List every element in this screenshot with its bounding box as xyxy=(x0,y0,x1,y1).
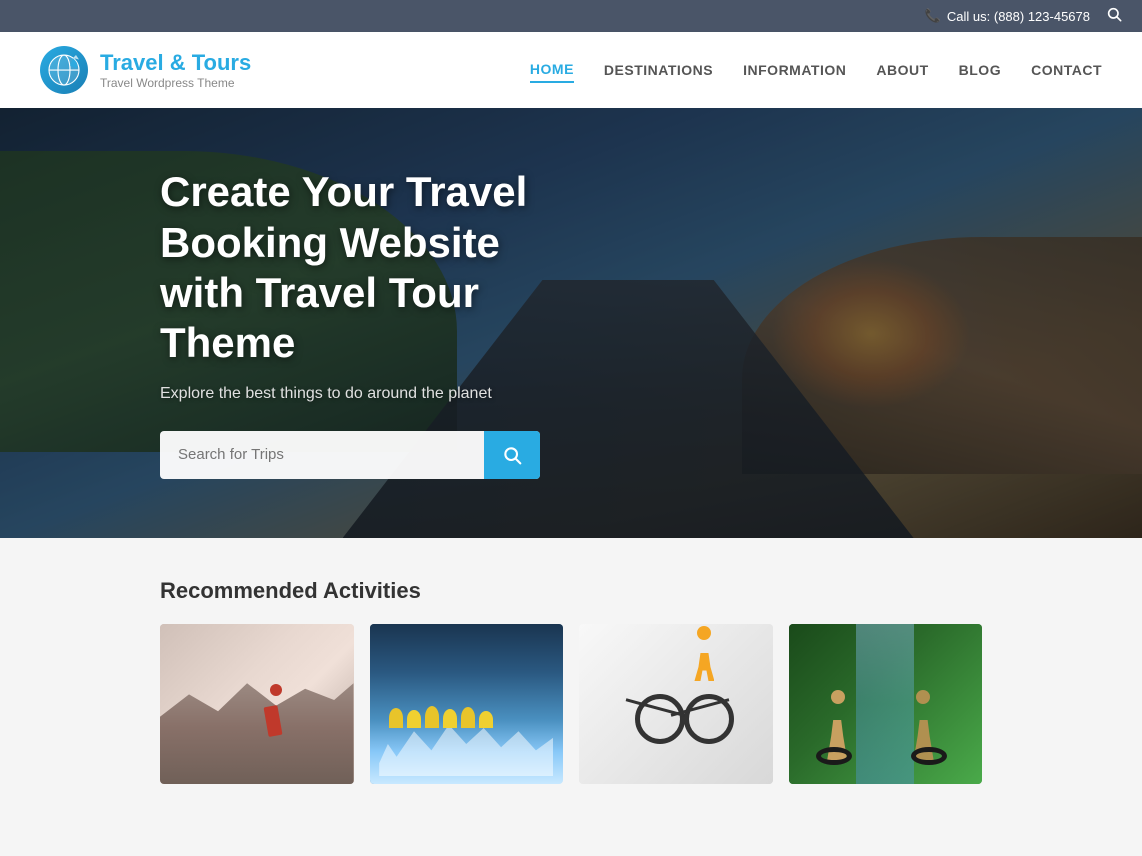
call-number: Call us: (888) 123-45678 xyxy=(947,9,1090,24)
nav-about[interactable]: ABOUT xyxy=(876,58,928,82)
logo-text: Travel & Tours Travel Wordpress Theme xyxy=(100,50,251,90)
logo-title: Travel & Tours xyxy=(100,50,251,76)
search-button[interactable] xyxy=(484,431,540,479)
hero-section: Create Your Travel Booking Website with … xyxy=(0,108,1142,538)
search-icon[interactable] xyxy=(1106,6,1122,26)
activity-card-biking[interactable] xyxy=(579,624,773,784)
activities-grid xyxy=(160,624,982,784)
main-nav: HOME DESTINATIONS INFORMATION ABOUT BLOG… xyxy=(530,57,1102,83)
nav-blog[interactable]: BLOG xyxy=(959,58,1001,82)
nav-home[interactable]: HOME xyxy=(530,57,574,83)
logo[interactable]: Travel & Tours Travel Wordpress Theme xyxy=(40,46,251,94)
logo-subtitle: Travel Wordpress Theme xyxy=(100,76,251,90)
logo-icon xyxy=(40,46,88,94)
activity-card-tubing[interactable] xyxy=(789,624,983,784)
hero-subtitle: Explore the best things to do around the… xyxy=(160,385,540,403)
search-bar xyxy=(160,431,540,479)
hero-title: Create Your Travel Booking Website with … xyxy=(160,167,540,369)
top-bar: 📞 Call us: (888) 123-45678 xyxy=(0,0,1142,32)
activities-section: Recommended Activities xyxy=(0,538,1142,784)
hero-content: Create Your Travel Booking Website with … xyxy=(0,167,700,479)
activities-title: Recommended Activities xyxy=(160,578,982,604)
phone-icon: 📞 xyxy=(925,8,941,24)
nav-information[interactable]: INFORMATION xyxy=(743,58,846,82)
call-info: 📞 Call us: (888) 123-45678 xyxy=(925,8,1090,24)
activity-card-rafting[interactable] xyxy=(370,624,564,784)
site-header: Travel & Tours Travel Wordpress Theme HO… xyxy=(0,32,1142,108)
activity-card-climbing[interactable] xyxy=(160,624,354,784)
nav-contact[interactable]: CONTACT xyxy=(1031,58,1102,82)
search-input[interactable] xyxy=(160,432,484,477)
nav-destinations[interactable]: DESTINATIONS xyxy=(604,58,713,82)
